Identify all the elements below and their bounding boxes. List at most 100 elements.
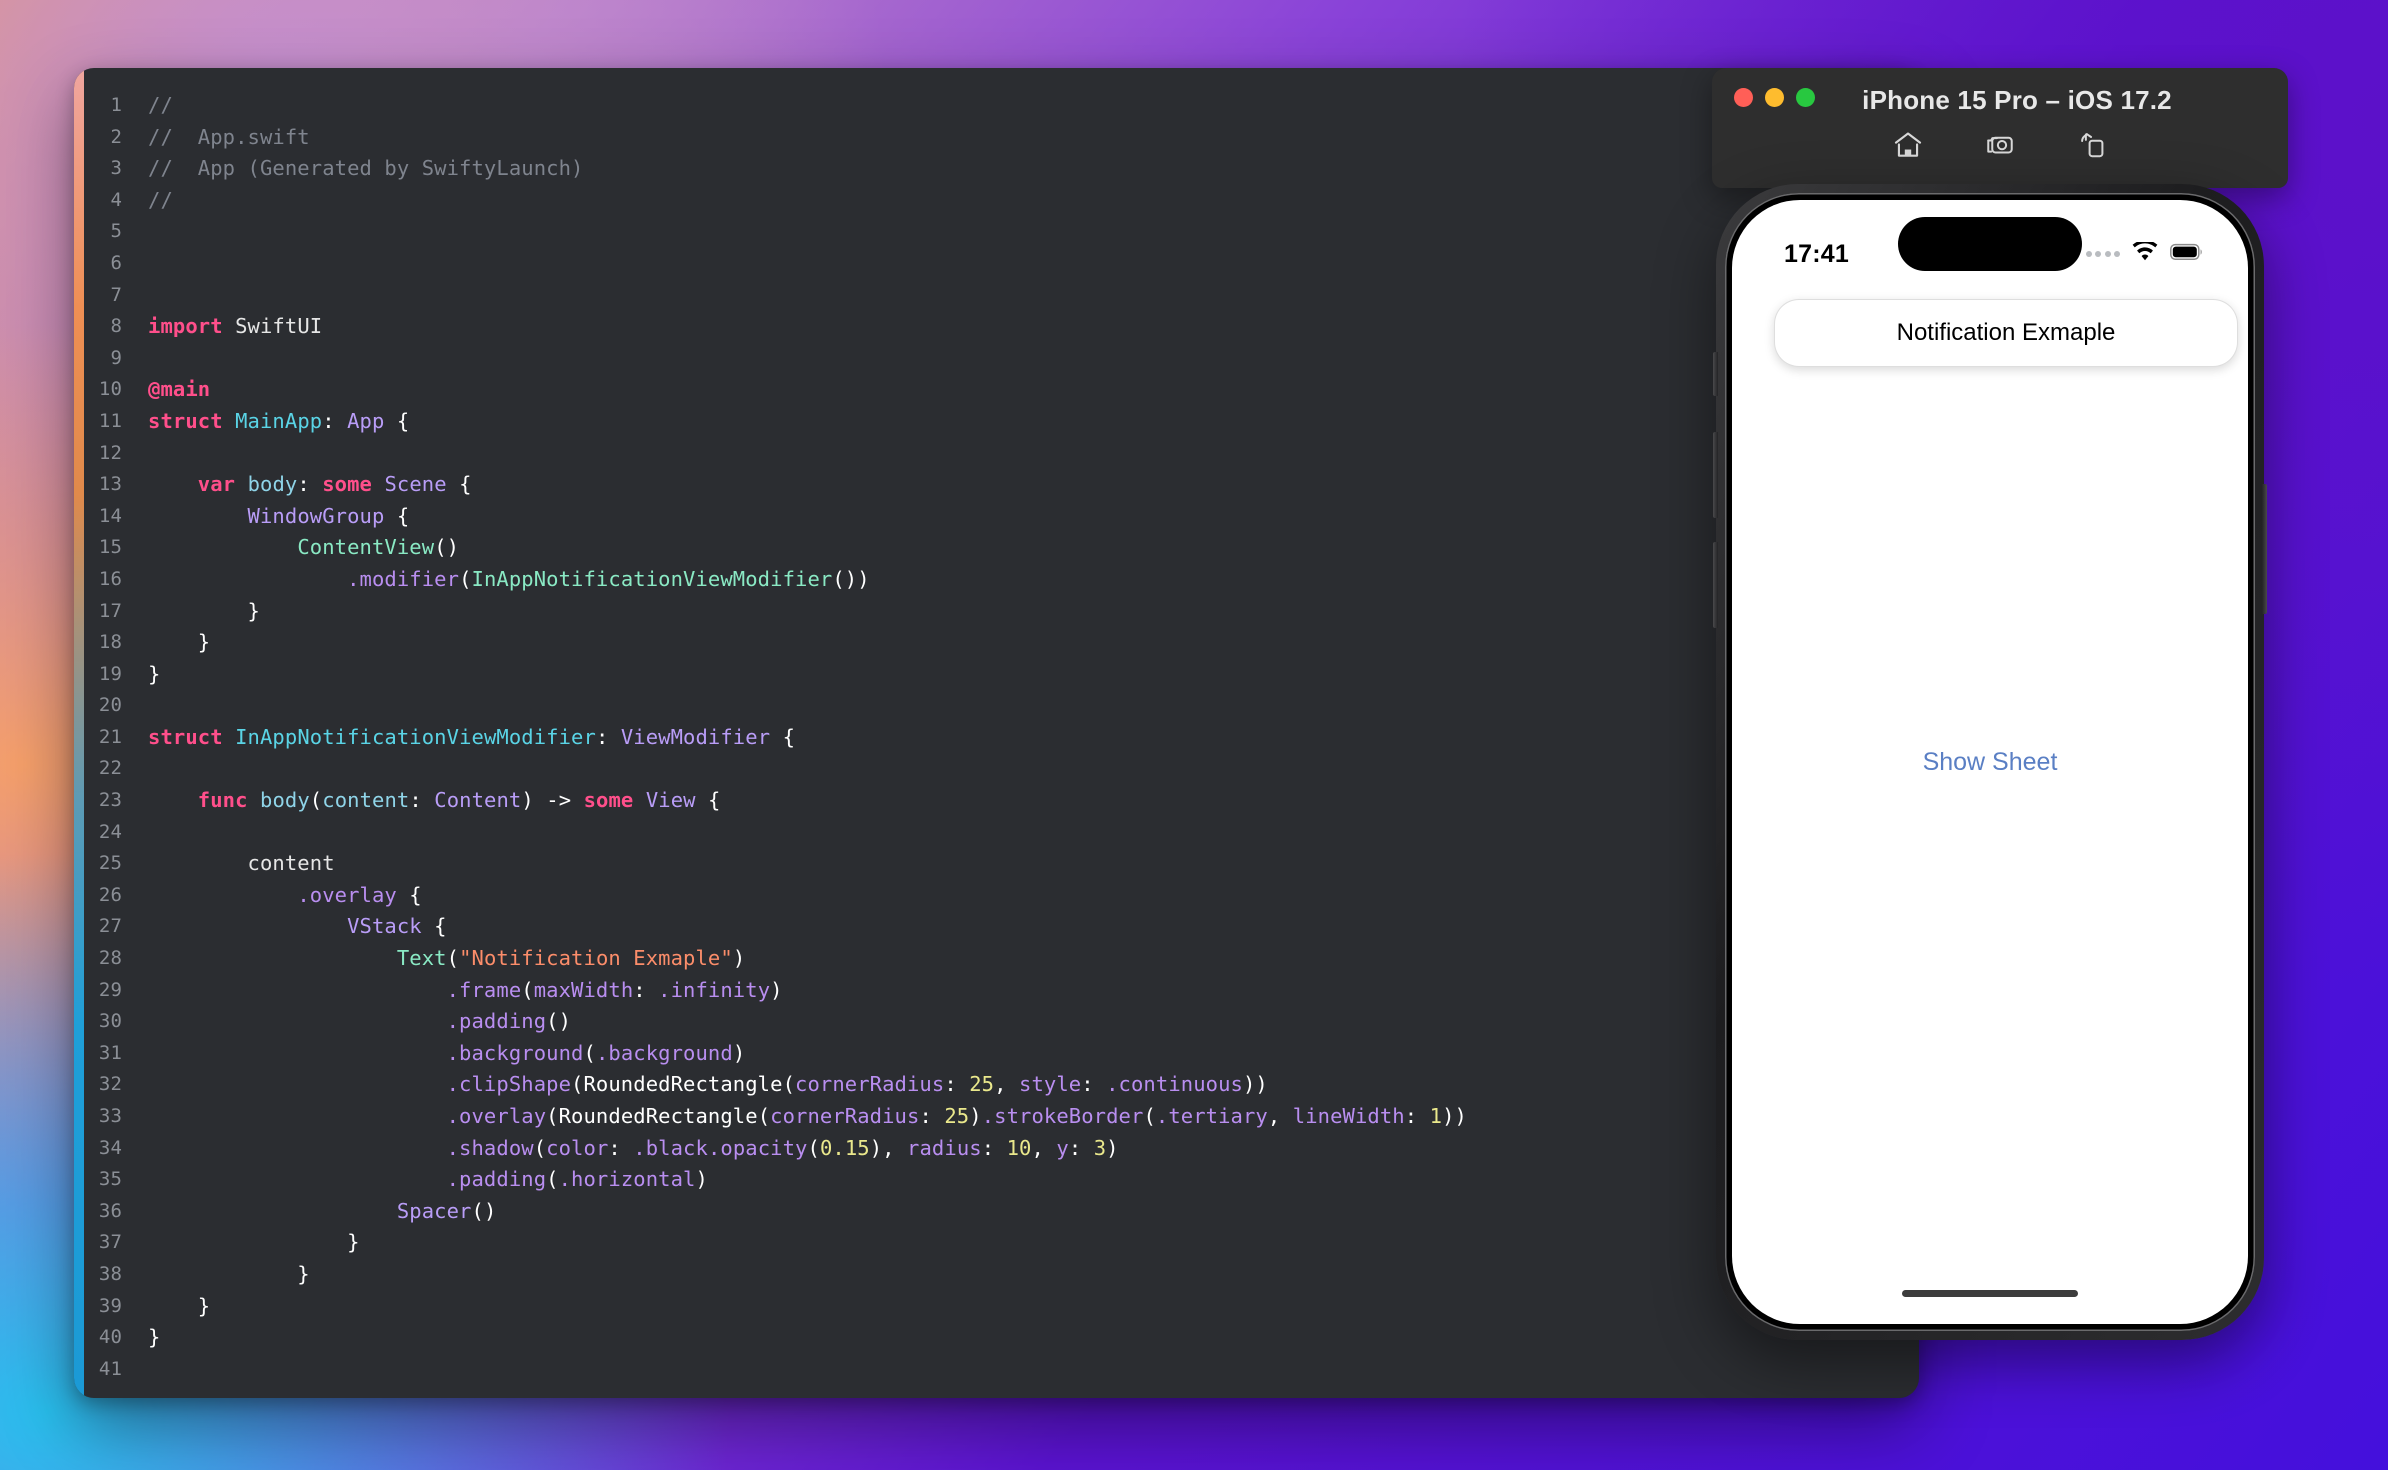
code-content-area[interactable]: 1 // 2 // App.swift 3 // App (Generated by Sw… — [84, 68, 1919, 1398]
line-number: 17 — [98, 599, 122, 622]
silent-switch[interactable] — [1713, 352, 1718, 396]
code-line-text: .padding() — [446, 1009, 572, 1034]
code-line: 37 } — [84, 1227, 1919, 1259]
show-sheet-button[interactable]: Show Sheet — [1732, 200, 2248, 1324]
line-number: 31 — [98, 1041, 122, 1064]
line-number: 20 — [98, 694, 122, 717]
power-button[interactable] — [2262, 484, 2267, 614]
line-number: 2 — [110, 125, 122, 148]
code-line: 16 .modifier(InAppNotificationViewModifi… — [84, 564, 1919, 596]
line-number: 3 — [110, 157, 122, 180]
line-number: 10 — [98, 378, 122, 401]
line-number: 24 — [98, 820, 122, 843]
code-line: 31 .background(.background) — [84, 1038, 1919, 1070]
line-number: 41 — [98, 1357, 122, 1380]
code-line: 34 .shadow(color: .black.opacity(0.15), … — [84, 1133, 1919, 1165]
code-line-text: Spacer() — [396, 1198, 497, 1223]
code-line: 15 ContentView() — [84, 532, 1919, 564]
line-number: 22 — [98, 757, 122, 780]
line-number: 32 — [98, 1073, 122, 1096]
home-indicator[interactable] — [1902, 1290, 2078, 1297]
line-number: 28 — [98, 947, 122, 970]
code-line: 9 — [84, 343, 1919, 375]
line-number: 18 — [98, 631, 122, 654]
rotate-icon[interactable] — [2075, 128, 2109, 162]
code-line-text: .shadow(color: .black.opacity(0.15), rad… — [446, 1135, 1119, 1160]
line-number: 8 — [110, 315, 122, 338]
code-line: 6 — [84, 248, 1919, 280]
home-icon[interactable] — [1891, 128, 1925, 162]
line-number: 4 — [110, 188, 122, 211]
line-number: 23 — [98, 789, 122, 812]
code-line: 20 — [84, 690, 1919, 722]
code-line: 33 .overlay(RoundedRectangle(cornerRadiu… — [84, 1101, 1919, 1133]
code-line: 19} — [84, 659, 1919, 691]
code-line-text: .modifier(InAppNotificationViewModifier(… — [347, 566, 870, 591]
code-line: 23 func body(content: Content) -> some V… — [84, 785, 1919, 817]
line-number: 27 — [98, 915, 122, 938]
code-line: 14 WindowGroup { — [84, 501, 1919, 533]
volume-up-button[interactable] — [1713, 432, 1718, 518]
code-line: 12 — [84, 438, 1919, 470]
simulator-title: iPhone 15 Pro – iOS 17.2 — [1862, 85, 2172, 115]
line-number: 13 — [98, 473, 122, 496]
line-number: 5 — [110, 220, 122, 243]
code-line-text: content — [148, 851, 335, 876]
code-line: 11 struct MainApp: App { — [84, 406, 1919, 438]
code-line: 10 @main — [84, 374, 1919, 406]
code-line: 29 .frame(maxWidth: .infinity) — [84, 975, 1919, 1007]
line-number: 34 — [98, 1136, 122, 1159]
line-number: 39 — [98, 1294, 122, 1317]
code-line-text: struct InAppNotificationViewModifier: Vi… — [148, 724, 796, 749]
code-line: 2 // App.swift — [84, 122, 1919, 154]
iphone-device-frame: 17:41 Notification Exmaple Show Sheet — [1713, 184, 2267, 1340]
line-number: 29 — [98, 978, 122, 1001]
code-line: 38 } — [84, 1259, 1919, 1291]
code-line: 13 var body: some Scene { — [84, 469, 1919, 501]
line-number: 38 — [98, 1262, 122, 1285]
code-line: 5 — [84, 216, 1919, 248]
line-number: 6 — [110, 251, 122, 274]
code-line-text: } — [148, 1293, 211, 1318]
code-line-text: .frame(maxWidth: .infinity) — [446, 977, 783, 1002]
code-line: 3 // App (Generated by SwiftyLaunch) — [84, 153, 1919, 185]
code-line-text: .clipShape(RoundedRectangle(cornerRadius… — [446, 1072, 1268, 1097]
device-bezel: 17:41 Notification Exmaple Show Sheet — [1725, 193, 2255, 1331]
line-number: 1 — [110, 94, 122, 116]
editor-accent-bar — [74, 68, 84, 1398]
code-line-text: } — [148, 1261, 310, 1286]
code-line-text: .background(.background) — [446, 1040, 746, 1065]
simulator-titlebar[interactable]: iPhone 15 Pro – iOS 17.2 — [1712, 68, 2288, 188]
code-line-text: .overlay { — [297, 882, 422, 907]
code-line-text: } — [148, 630, 211, 655]
code-editor-window: 1 // 2 // App.swift 3 // App (Generated by Sw… — [74, 68, 1919, 1398]
code-line-text: import SwiftUI — [148, 314, 323, 339]
line-number: 19 — [98, 662, 122, 685]
line-number: 35 — [98, 1168, 122, 1191]
code-line-text: var body: some Scene { — [197, 472, 472, 497]
line-number: 25 — [98, 852, 122, 875]
simulator-toolbar — [1712, 128, 2288, 162]
line-number: 21 — [98, 725, 122, 748]
line-number: 11 — [98, 409, 122, 432]
code-line: 32 .clipShape(RoundedRectangle(cornerRad… — [84, 1069, 1919, 1101]
volume-down-button[interactable] — [1713, 542, 1718, 628]
code-line: 35 .padding(.horizontal) — [84, 1164, 1919, 1196]
code-line: 1 // — [84, 90, 1919, 122]
device-screen[interactable]: 17:41 Notification Exmaple Show Sheet — [1732, 200, 2248, 1324]
code-line-text: VStack { — [347, 914, 447, 939]
line-number: 16 — [98, 567, 122, 590]
line-number: 33 — [98, 1105, 122, 1127]
line-number: 7 — [110, 283, 122, 306]
code-line: 22 — [84, 753, 1919, 785]
code-line: 40} — [84, 1322, 1919, 1354]
line-number: 15 — [98, 536, 122, 559]
screenshot-icon[interactable] — [1983, 128, 2017, 162]
code-line-text: // App (Generated by SwiftyLaunch) — [148, 156, 584, 181]
code-line: 21 struct InAppNotificationViewModifier: … — [84, 722, 1919, 754]
code-line: 18 } — [84, 627, 1919, 659]
line-number: 12 — [98, 441, 122, 464]
code-line-text: // — [148, 187, 173, 212]
line-number: 26 — [98, 883, 122, 906]
code-line-text: .overlay(RoundedRectangle(cornerRadius: … — [446, 1104, 1467, 1128]
